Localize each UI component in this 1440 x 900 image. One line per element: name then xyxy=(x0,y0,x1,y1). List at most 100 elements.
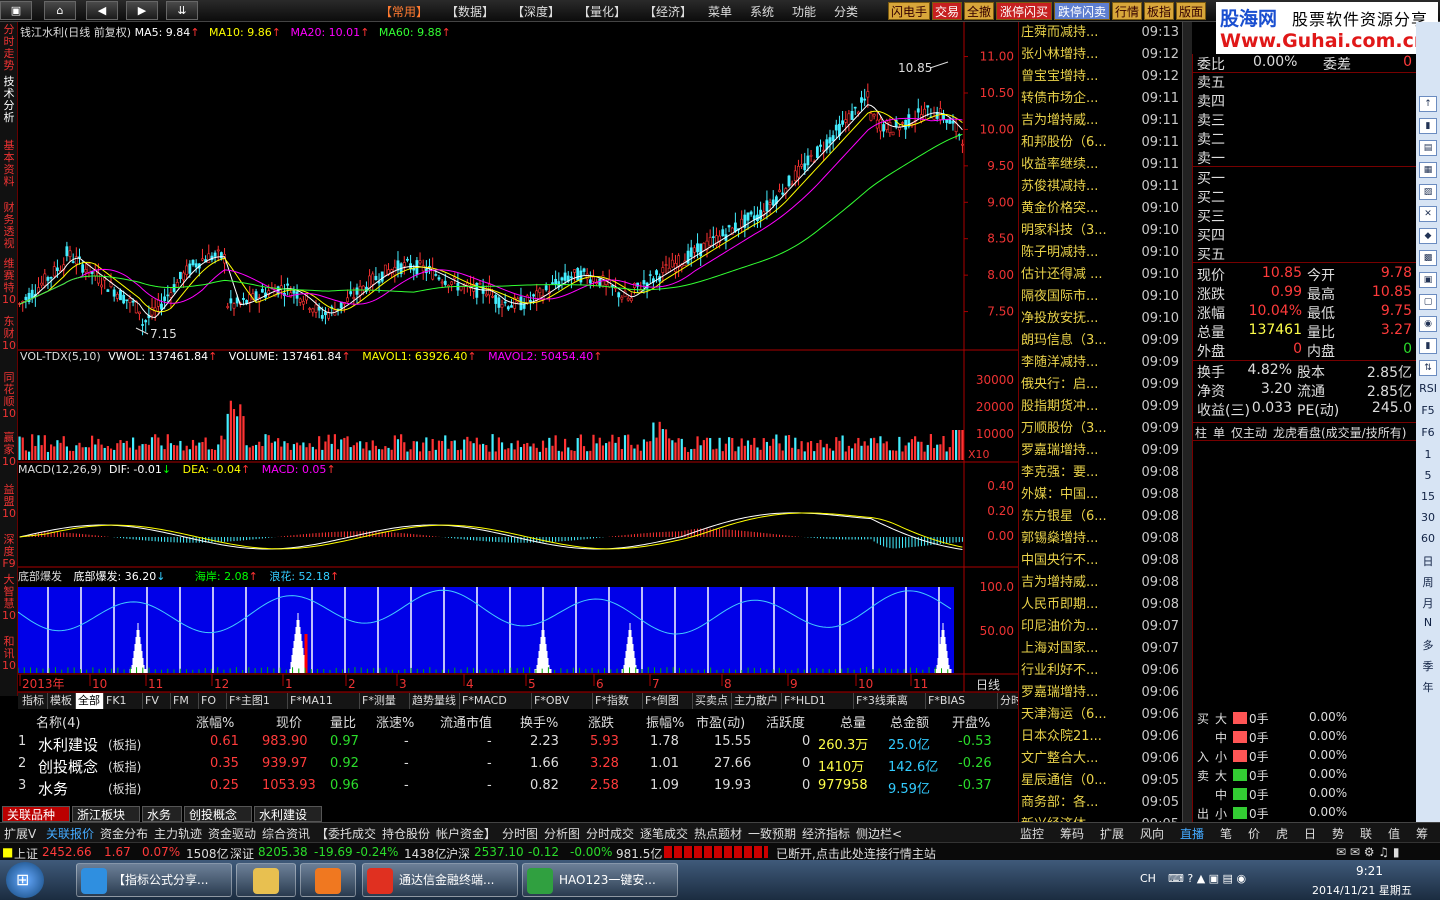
limit-down-sell-button[interactable]: 跌停闪卖 xyxy=(1054,2,1110,20)
sz-index[interactable]: 8205.38 xyxy=(258,845,308,859)
tool-label-12[interactable]: 多 xyxy=(1416,637,1440,653)
left-tab-1[interactable]: 技术分析 xyxy=(1,76,17,140)
section-tab-3[interactable]: 创投概念 xyxy=(184,806,252,822)
bottom-tab-8[interactable]: 帐户资金】 xyxy=(436,825,496,842)
tool-label-2[interactable]: F6 xyxy=(1416,426,1440,439)
panel-tab-1[interactable]: 模板 xyxy=(48,693,76,709)
tool-label-11[interactable]: N xyxy=(1416,616,1440,629)
news-item[interactable]: 外媒：中国... 09:08 xyxy=(1019,484,1192,506)
trade-button[interactable]: 交易 xyxy=(932,2,962,20)
table-header-1[interactable]: 涨幅% xyxy=(196,712,234,731)
table-row[interactable]: 1 水利建设 0.61 983.90 0.97- -2.23 5.93 1.78 15.55 0 2… xyxy=(0,734,1000,756)
tool-label-14[interactable]: 年 xyxy=(1416,679,1440,695)
panel-tab-0[interactable]: 指标 xyxy=(20,693,48,709)
news-item[interactable]: 吉为增持威... 09:08 xyxy=(1019,572,1192,594)
start-button[interactable]: ⊞ xyxy=(6,862,44,898)
task-explorer[interactable] xyxy=(236,863,296,897)
back-icon[interactable]: ◀ xyxy=(86,1,118,20)
news-item[interactable]: 商务部：各... 09:05 xyxy=(1019,792,1192,814)
left-tab-11[interactable]: 和讯10 xyxy=(1,636,17,684)
bottom-tab-16[interactable]: 侧边栏< xyxy=(856,825,902,842)
tool-icon-4[interactable]: ▨ xyxy=(1419,184,1437,200)
tool-label-3[interactable]: 1 xyxy=(1416,448,1440,461)
tool-icon-12[interactable]: ⇅ xyxy=(1419,360,1437,376)
clock-date[interactable]: 2014/11/21 星期五 xyxy=(1312,882,1412,898)
flash-trade-button[interactable]: 闪电手 xyxy=(888,2,930,20)
news-item[interactable]: 文广整合大... 09:06 xyxy=(1019,748,1192,770)
news-item[interactable]: 明家科技（3... 09:10 xyxy=(1019,220,1192,242)
sell-level-0[interactable]: 卖五 xyxy=(1197,72,1225,92)
panel-tab-9[interactable]: F*测量 xyxy=(360,693,410,709)
sell-level-1[interactable]: 卖四 xyxy=(1197,91,1225,111)
table-header-3[interactable]: 量比 xyxy=(330,712,356,731)
left-tab-0[interactable]: 分时走势 xyxy=(1,24,17,76)
panel-tab-11[interactable]: F*MACD xyxy=(460,693,532,709)
news-item[interactable]: 俄央行：启... 09:09 xyxy=(1019,374,1192,396)
menu-system[interactable]: 系统 xyxy=(750,3,774,20)
tool-icon-6[interactable]: ◆ xyxy=(1419,228,1437,244)
news-item[interactable]: 星辰通信（0... 09:05 xyxy=(1019,770,1192,792)
table-row[interactable]: 2 创投概念 0.35 939.97 0.92- -1.66 3.28 1.01 27.66 0 1… xyxy=(0,756,1000,778)
sell-level-2[interactable]: 卖三 xyxy=(1197,110,1225,130)
panel-tab-18[interactable]: F*3线乘离 xyxy=(854,693,926,709)
sell-level-4[interactable]: 卖一 xyxy=(1197,148,1225,168)
news-item[interactable]: 人民币即期... 09:08 xyxy=(1019,594,1192,616)
bottom-tab-5[interactable]: 综合资讯 xyxy=(262,825,310,842)
left-tab-7[interactable]: 赢家10 xyxy=(1,432,17,484)
table-header-2[interactable]: 现价 xyxy=(276,712,302,731)
right-bottom-tab-2[interactable]: 扩展 xyxy=(1100,825,1124,842)
tool-icon-3[interactable]: ▦ xyxy=(1419,162,1437,178)
left-tab-8[interactable]: 益盟10 xyxy=(1,484,17,534)
left-tab-2[interactable]: 基本资料 xyxy=(1,140,17,202)
table-row[interactable]: 3 水务 0.25 1053.93 0.96 - - 0.82 2.58 1.09 19.93 0 97… xyxy=(0,778,1000,800)
table-header-9[interactable]: 市盈(动) xyxy=(696,712,745,731)
panel-tab-10[interactable]: 趋势量线 xyxy=(410,693,460,709)
right-bottom-tab-1[interactable]: 筹码 xyxy=(1060,825,1084,842)
quote-subtab-3[interactable]: 龙虎看盘(成交量/技所有) xyxy=(1273,424,1406,441)
menu-icon[interactable]: ▣ xyxy=(0,1,32,20)
panel-tab-16[interactable]: 主力散户 xyxy=(732,693,782,709)
tool-label-1[interactable]: F5 xyxy=(1416,404,1440,417)
task-tdx[interactable]: 通达信金融终端... xyxy=(362,863,518,897)
right-bottom-tab-0[interactable]: 监控 xyxy=(1020,825,1044,842)
left-tab-3[interactable]: 财务透视 xyxy=(1,202,17,258)
quote-button[interactable]: 行情 xyxy=(1112,2,1142,20)
bottom-tab-1[interactable]: 关联报价 xyxy=(46,825,94,842)
news-item[interactable]: 转债市场企... 09:11 xyxy=(1019,88,1192,110)
right-bottom-tab-4[interactable]: 直播 xyxy=(1180,825,1204,842)
panel-tab-13[interactable]: F*指数 xyxy=(593,693,643,709)
table-header-0[interactable]: 名称(4) xyxy=(36,712,80,731)
right-bottom-tab-7[interactable]: 虎 xyxy=(1276,825,1288,842)
menu-depth[interactable]: 【深度】 xyxy=(512,3,560,20)
left-tab-4[interactable]: 维赛特10 xyxy=(1,258,17,316)
left-tab-6[interactable]: 同花顺10 xyxy=(1,372,17,432)
news-scrollbar[interactable] xyxy=(1182,22,1192,824)
panel-tab-4[interactable]: FV xyxy=(143,693,171,709)
section-tab-0[interactable]: 关联品种 xyxy=(2,806,70,822)
table-header-13[interactable]: 开盘% xyxy=(952,712,990,731)
right-bottom-tab-11[interactable]: 值 xyxy=(1388,825,1400,842)
panel-tab-14[interactable]: F*倒图 xyxy=(643,693,693,709)
tool-icon-1[interactable]: ▮ xyxy=(1419,118,1437,134)
table-header-8[interactable]: 振幅% xyxy=(646,712,684,731)
tool-label-7[interactable]: 60 xyxy=(1416,532,1440,545)
kline-chart-area[interactable]: 11.00 10.50 10.00 9.50 9.00 8.50 8.00 7.50 10.85… xyxy=(18,22,1018,696)
ime-indicator[interactable]: CH xyxy=(1140,872,1156,885)
news-item[interactable]: 李随洋减持... 09:09 xyxy=(1019,352,1192,374)
quote-subtab-0[interactable]: 柱 xyxy=(1195,424,1207,441)
news-item[interactable]: 郭锡燊增持... 09:08 xyxy=(1019,528,1192,550)
news-item[interactable]: 股指期货冲... 09:09 xyxy=(1019,396,1192,418)
right-bottom-tab-8[interactable]: 日 xyxy=(1304,825,1316,842)
bottom-tab-14[interactable]: 一致预期 xyxy=(748,825,796,842)
news-item[interactable]: 曾宝宝增持... 09:12 xyxy=(1019,66,1192,88)
forward-icon[interactable]: ▶ xyxy=(126,1,158,20)
news-item[interactable]: 东方银星（6... 09:08 xyxy=(1019,506,1192,528)
left-tab-10[interactable]: 大智慧10 xyxy=(1,574,17,636)
right-bottom-tab-5[interactable]: 笔 xyxy=(1220,825,1232,842)
bottom-tab-3[interactable]: 主力轨迹 xyxy=(154,825,202,842)
buy-level-0[interactable]: 买一 xyxy=(1197,168,1225,188)
panel-tab-5[interactable]: FM xyxy=(171,693,199,709)
right-bottom-tab-3[interactable]: 风向 xyxy=(1140,825,1164,842)
news-item[interactable]: 上海对国家... 09:07 xyxy=(1019,638,1192,660)
buy-level-2[interactable]: 买三 xyxy=(1197,206,1225,226)
